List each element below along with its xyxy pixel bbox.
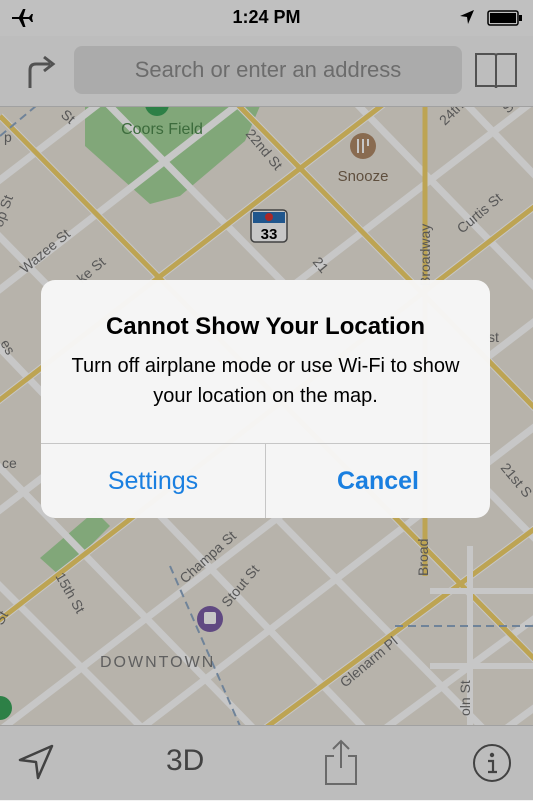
- cancel-button[interactable]: Cancel: [265, 444, 490, 518]
- alert-message: Turn off airplane mode or use Wi-Fi to s…: [71, 355, 460, 407]
- settings-button[interactable]: Settings: [41, 444, 265, 518]
- alert-button-row: Settings Cancel: [41, 443, 490, 518]
- alert-title: Cannot Show Your Location: [105, 313, 426, 340]
- location-alert-dialog: Cannot Show Your Location Turn off airpl…: [41, 280, 490, 518]
